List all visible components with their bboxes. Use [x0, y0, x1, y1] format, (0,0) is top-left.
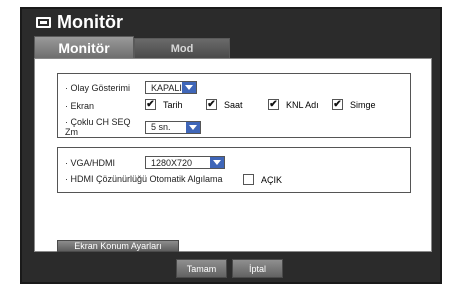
output-settings-group: · VGA/HDMI 1280X720 · HDMI Çözünürlüğü O…	[57, 147, 411, 193]
checkbox-icon[interactable]: ✔ Simge	[332, 99, 376, 110]
vga-resolution-select[interactable]: 1280X720	[145, 156, 225, 169]
checkbox-channel-name-label: KNL Adı	[286, 99, 319, 110]
checkbox-time-box[interactable]: ✔	[206, 99, 217, 110]
screen-position-button[interactable]: Ekran Konum Ayarları	[57, 240, 179, 252]
tab-monitor[interactable]: Monitör	[34, 36, 134, 58]
vga-resolution-value: 1280X720	[151, 157, 193, 168]
monitor-dialog: Monitör Monitör Mod · Olay Gösterimi KAP…	[20, 7, 442, 284]
screen-label: · Ekran	[65, 100, 95, 111]
event-display-label: · Olay Gösterimi	[65, 82, 131, 93]
checkbox-date[interactable]: ✔ Tarih	[145, 99, 183, 110]
display-settings-group: · Olay Gösterimi KAPALI · Ekran ✔ Tarih …	[57, 73, 411, 138]
chevron-down-icon	[182, 82, 196, 93]
seq-value: 5 sn.	[151, 122, 171, 132]
checkbox-channel-name[interactable]: ✔ KNL Adı	[268, 99, 319, 110]
event-display-row: · Olay Gösterimi KAPALI	[65, 81, 197, 94]
checkbox-icon-label: Simge	[350, 99, 376, 110]
checkbox-hdmi-auto[interactable]: AÇIK	[243, 174, 282, 185]
tab-bar: Monitör Mod	[34, 36, 230, 58]
event-display-value: KAPALI	[151, 82, 182, 93]
hdmi-auto-row: · HDMI Çözünürlüğü Otomatik Algılama	[65, 174, 223, 184]
checkbox-icon-box[interactable]: ✔	[332, 99, 343, 110]
checkbox-date-label: Tarih	[163, 99, 183, 110]
monitor-icon	[36, 17, 51, 28]
ok-button[interactable]: Tamam	[176, 259, 227, 278]
checkbox-hdmi-auto-label: AÇIK	[261, 174, 283, 185]
checkbox-date-box[interactable]: ✔	[145, 99, 156, 110]
checkbox-channel-name-box[interactable]: ✔	[268, 99, 279, 110]
tab-mode[interactable]: Mod	[134, 38, 230, 58]
seq-row: · Çoklu CH SEQ Zm 5 sn.	[65, 117, 201, 137]
vga-row: · VGA/HDMI 1280X720	[65, 156, 225, 169]
settings-panel: · Olay Gösterimi KAPALI · Ekran ✔ Tarih …	[34, 58, 432, 252]
event-display-select[interactable]: KAPALI	[145, 81, 197, 94]
window-title: Monitör	[57, 12, 123, 32]
checkbox-hdmi-auto-box[interactable]	[243, 174, 254, 185]
vga-label: · VGA/HDMI	[65, 157, 116, 168]
checkbox-time[interactable]: ✔ Saat	[206, 99, 243, 110]
seq-select[interactable]: 5 sn.	[145, 120, 201, 134]
checkbox-time-label: Saat	[224, 99, 243, 110]
cancel-button[interactable]: İptal	[232, 259, 283, 278]
title-bar: Monitör	[22, 9, 440, 36]
seq-label: · Çoklu CH SEQ Zm	[65, 117, 131, 137]
chevron-down-icon	[186, 121, 200, 133]
chevron-down-icon	[210, 157, 224, 168]
hdmi-auto-label: · HDMI Çözünürlüğü Otomatik Algılama	[65, 174, 223, 184]
